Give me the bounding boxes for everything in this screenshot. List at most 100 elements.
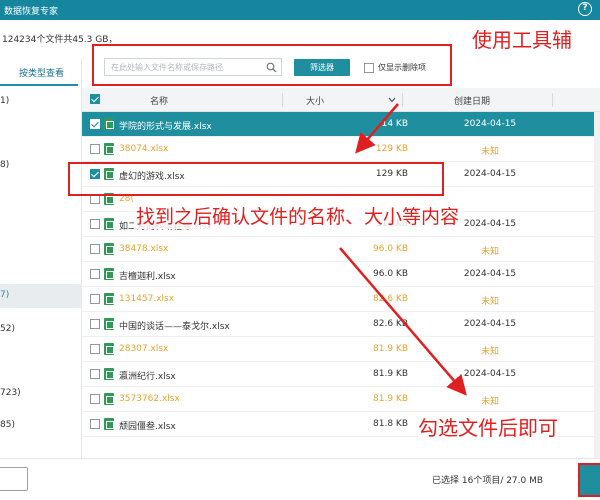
excel-file-icon: [104, 293, 114, 305]
excel-file-icon: [104, 268, 114, 280]
sidebar-item-3[interactable]: 7): [0, 284, 82, 308]
file-name: 3573762.xlsx: [119, 394, 180, 404]
scrollbar[interactable]: [594, 112, 600, 458]
file-size: 82.6 KB: [373, 294, 408, 304]
file-size: 82.6 KB: [373, 319, 408, 329]
tab-underline: [0, 84, 78, 86]
file-date: 未知: [480, 247, 499, 257]
file-size: 81.9 KB: [373, 369, 408, 379]
file-date: 2024-04-15: [463, 269, 517, 279]
row-checkbox[interactable]: [90, 119, 100, 129]
file-name: 中国的谈话——泰戈尔.xlsx: [119, 322, 230, 332]
file-name: 学院的形式与发展.xlsx: [119, 122, 212, 132]
file-size: 96.0 KB: [373, 244, 408, 254]
file-size: 96.0 KB: [373, 269, 408, 279]
excel-file-icon: [104, 318, 114, 330]
table-row[interactable]: 38478.xlsx 96.0 KB 未知: [82, 237, 600, 262]
excel-file-icon: [104, 343, 114, 355]
row-checkbox[interactable]: [90, 369, 100, 379]
highlight-box: [68, 162, 444, 196]
file-name: 38478.xlsx: [119, 244, 169, 254]
table-row[interactable]: 瀛洲纪行.xlsx 81.9 KB 2024-04-15: [82, 362, 600, 387]
table-header: 名称 大小 创建日期: [82, 88, 600, 112]
show-deleted-toggle[interactable]: 仅显示删除项: [364, 62, 426, 73]
file-table: 名称 大小 创建日期 学院的形式与发展.xlsx 14 KB 2024-04-15 3…: [82, 88, 600, 458]
excel-file-icon: [104, 393, 114, 405]
show-deleted-label: 仅显示删除项: [378, 63, 426, 72]
header-date[interactable]: 创建日期: [454, 94, 490, 107]
file-size: 81.9 KB: [373, 394, 408, 404]
row-checkbox[interactable]: [90, 219, 100, 229]
header-divider: [402, 93, 403, 107]
excel-file-icon: [104, 118, 114, 130]
excel-file-icon: [104, 418, 114, 430]
tab-by-type[interactable]: 按类型查看: [0, 66, 72, 84]
filter-toolbar: 在此处输入文件名称或保存路径 筛选器 仅显示删除项: [92, 44, 452, 86]
excel-file-icon: [104, 143, 114, 155]
file-name: 28307.xlsx: [119, 344, 169, 354]
header-divider: [282, 93, 283, 107]
file-date: 未知: [480, 397, 499, 407]
table-row[interactable]: 中国的谈话——泰戈尔.xlsx 82.6 KB 2024-04-15: [82, 312, 600, 337]
header-size[interactable]: 大小: [306, 94, 324, 107]
header-name[interactable]: 名称: [150, 94, 168, 107]
excel-file-icon: [104, 218, 114, 230]
annotation-confirm: 找到之后确认文件的名称、大小等内容: [134, 202, 462, 229]
file-date: 2024-04-15: [463, 169, 517, 179]
annotation-tool: 使用工具辅: [472, 28, 572, 52]
file-size: 81.9 KB: [373, 344, 408, 354]
file-name: 131457.xlsx: [119, 294, 175, 304]
row-checkbox[interactable]: [90, 144, 100, 154]
row-checkbox[interactable]: [90, 419, 100, 429]
footer: 已选择 16个项目/ 27.0 MB: [0, 458, 600, 500]
title-bar: 数据恢复专家 ?: [0, 0, 600, 20]
filter-button[interactable]: 筛选器: [294, 59, 350, 76]
sidebar-item-4[interactable]: 52): [0, 324, 15, 334]
table-row[interactable]: 131457.xlsx 82.6 KB 未知: [82, 287, 600, 312]
file-date: 未知: [480, 147, 499, 157]
show-deleted-checkbox[interactable]: [364, 62, 374, 73]
file-name: 瀛洲纪行.xlsx: [119, 372, 176, 382]
table-row[interactable]: 3573762.xlsx 81.9 KB 未知: [82, 387, 600, 412]
row-checkbox[interactable]: [90, 269, 100, 279]
help-icon[interactable]: ?: [578, 2, 592, 16]
sidebar-item-2[interactable]: 8): [0, 160, 9, 170]
sidebar-item-6[interactable]: 85): [0, 420, 15, 430]
file-date: 未知: [480, 297, 499, 307]
file-name: 颓园僵叁.xlsx: [119, 422, 176, 432]
excel-file-icon: [104, 243, 114, 255]
sidebar-item-5[interactable]: 723): [0, 388, 21, 398]
sidebar: 按类型查看 1) 8) 7) 52) 723) 85): [0, 58, 82, 458]
file-date: 2024-04-15: [463, 369, 517, 379]
file-size: 14 KB: [381, 119, 408, 129]
search-placeholder: 在此处输入文件名称或保存路径: [111, 63, 223, 72]
table-row[interactable]: 28307.xlsx 81.9 KB 未知: [82, 337, 600, 362]
row-checkbox[interactable]: [90, 244, 100, 254]
excel-file-icon: [104, 368, 114, 380]
file-date: 未知: [480, 347, 499, 357]
header-divider: [552, 93, 553, 107]
window-title: 数据恢复专家: [4, 7, 59, 17]
sort-chevron-icon[interactable]: [388, 97, 396, 103]
file-size: 81.8 KB: [373, 419, 408, 429]
back-button[interactable]: [0, 467, 28, 491]
table-row[interactable]: 38074.xlsx 129 KB 未知: [82, 137, 600, 162]
select-all-checkbox[interactable]: [90, 94, 100, 104]
row-checkbox[interactable]: [90, 344, 100, 354]
search-icon[interactable]: [266, 62, 277, 73]
search-input[interactable]: 在此处输入文件名称或保存路径: [104, 58, 282, 76]
file-size: 129 KB: [375, 144, 408, 154]
file-name: 38074.xlsx: [119, 144, 169, 154]
table-row[interactable]: 吉檀迦利.xlsx 96.0 KB 2024-04-15: [82, 262, 600, 287]
selection-status: 已选择 16个项目/ 27.0 MB: [432, 476, 544, 486]
row-checkbox[interactable]: [90, 394, 100, 404]
file-name: 吉檀迦利.xlsx: [119, 272, 176, 282]
row-checkbox[interactable]: [90, 294, 100, 304]
file-date: 2024-04-15: [463, 319, 517, 329]
recover-button[interactable]: [578, 463, 600, 497]
table-row[interactable]: 学院的形式与发展.xlsx 14 KB 2024-04-15: [82, 112, 600, 137]
file-date: 2024-04-15: [463, 119, 517, 129]
sidebar-item-1[interactable]: 1): [0, 96, 9, 106]
row-checkbox[interactable]: [90, 319, 100, 329]
annotation-check: 勾选文件后即可: [418, 412, 558, 441]
